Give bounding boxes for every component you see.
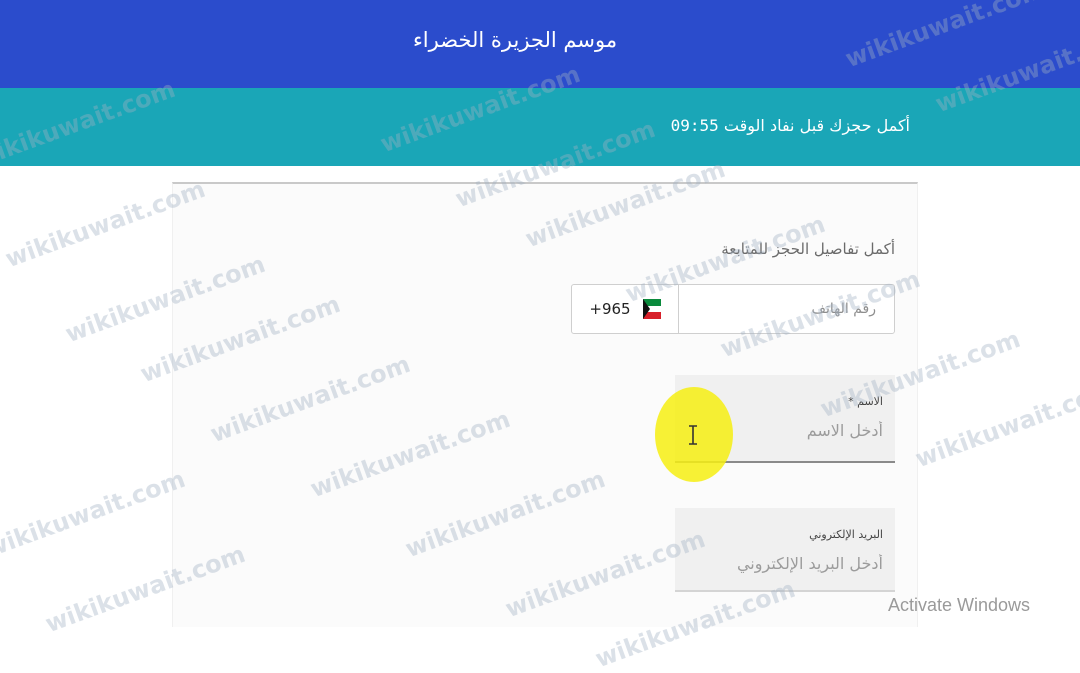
app-header: موسم الجزيرة الخضراء: [0, 0, 1080, 88]
booking-form-card: أكمل تفاصيل الحجز للمتابعة +965 الاسم * …: [172, 182, 918, 627]
country-code-text: +965: [589, 300, 631, 318]
os-activation-notice: Activate Windows: [888, 595, 1031, 615]
phone-field-group: +965: [571, 284, 895, 334]
email-label: البريد الإلكتروني: [809, 528, 883, 541]
phone-input[interactable]: [679, 285, 894, 333]
email-field[interactable]: البريد الإلكتروني: [675, 508, 895, 592]
watermark: wikikuwait.com: [0, 464, 189, 564]
countdown-message: أكمل حجزك قبل نفاد الوقت 09:55: [671, 116, 910, 135]
page-title: موسم الجزيرة الخضراء: [412, 28, 618, 52]
countdown-label: أكمل حجزك قبل نفاد الوقت: [723, 116, 910, 135]
name-label: الاسم *: [848, 395, 883, 408]
email-input[interactable]: [685, 548, 885, 578]
country-code-selector[interactable]: +965: [572, 285, 679, 333]
kuwait-flag-icon: [642, 299, 661, 320]
countdown-time: 09:55: [670, 116, 719, 135]
text-cursor-icon: [689, 425, 697, 445]
form-instruction: أكمل تفاصيل الحجز للمتابعة: [721, 240, 895, 258]
countdown-bar: أكمل حجزك قبل نفاد الوقت 09:55: [0, 88, 1080, 166]
watermark: wikikuwait.com: [911, 374, 1080, 474]
